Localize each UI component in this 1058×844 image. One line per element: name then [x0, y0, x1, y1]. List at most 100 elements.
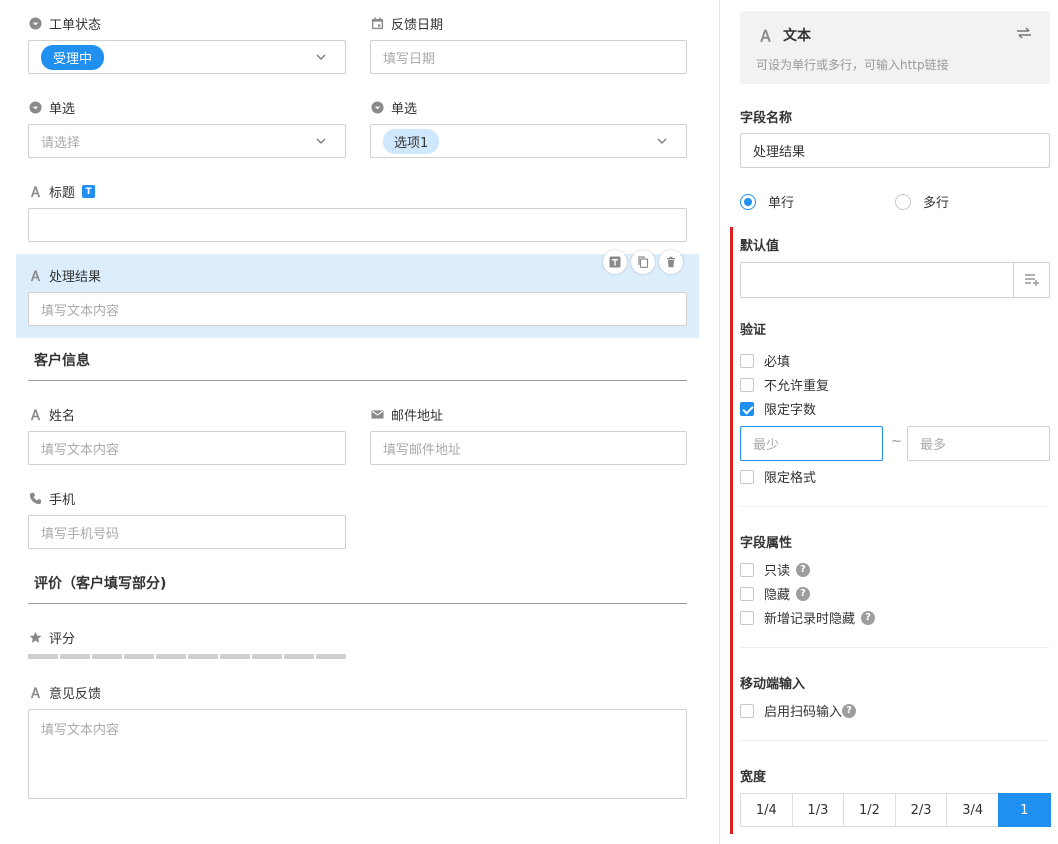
dropdown-circle-icon — [29, 17, 42, 30]
formula-button[interactable] — [1013, 263, 1049, 297]
rating-segment[interactable] — [252, 654, 282, 659]
single-select-2[interactable]: 选项1 — [370, 124, 687, 158]
min-chars-input[interactable]: 最少 — [740, 426, 883, 461]
text-a-icon — [29, 269, 42, 282]
divider — [740, 740, 1049, 741]
text-a-icon — [758, 28, 773, 43]
help-icon[interactable]: ? — [861, 610, 876, 625]
rating-segment[interactable] — [284, 654, 314, 659]
chevron-down-icon — [656, 135, 668, 147]
range-separator: ~ — [891, 434, 902, 449]
help-icon[interactable]: ? — [796, 586, 811, 601]
divider — [740, 647, 1049, 648]
feedback-textarea[interactable]: 填写文本内容 — [28, 709, 687, 799]
ticket-status-select[interactable]: 受理中 — [28, 40, 346, 74]
rating-segment[interactable] — [28, 654, 58, 659]
single-select-1[interactable]: 请选择 — [28, 124, 346, 158]
phone-input[interactable]: 填写手机号码 — [28, 515, 346, 549]
radio-unchecked-icon — [895, 193, 911, 210]
hide-on-new-checkbox[interactable]: 新增记录时隐藏? — [740, 608, 876, 627]
checkbox-icon — [740, 703, 754, 718]
field-attributes-label: 字段属性 — [740, 536, 793, 551]
limit-format-checkbox[interactable]: 限定格式 — [740, 467, 816, 486]
width-label: 宽度 — [740, 770, 767, 785]
dropdown-circle-icon — [371, 101, 384, 114]
feedback-date-input[interactable]: 填写日期 — [370, 40, 687, 74]
customer-section-title: 客户信息 — [34, 353, 90, 369]
chevron-down-icon — [315, 135, 327, 147]
rating-segment[interactable] — [220, 654, 250, 659]
no-duplicate-checkbox[interactable]: 不允许重复 — [740, 375, 829, 394]
calendar-icon — [371, 17, 384, 30]
feedback-field-label: 意见反馈 — [29, 683, 101, 702]
readonly-checkbox[interactable]: 只读? — [740, 560, 811, 579]
divider — [740, 506, 1049, 507]
rating-field-label: 评分 — [29, 628, 75, 647]
field-name-input[interactable]: 处理结果 — [740, 133, 1050, 168]
multi-line-radio[interactable]: 多行 — [895, 192, 949, 211]
checkbox-icon — [740, 469, 754, 484]
title-input[interactable] — [28, 208, 687, 242]
checkbox-icon — [740, 586, 754, 601]
field-type-header: 文本 — [758, 25, 811, 45]
delete-field-button[interactable] — [659, 250, 683, 274]
width-option-button[interactable]: 1 — [998, 793, 1051, 827]
section-divider — [28, 380, 687, 381]
field-properties-panel: 文本 可设为单行或多行，可输入http链接 字段名称 处理结果 单行 多行 默认… — [719, 0, 1058, 844]
name-field-label: 姓名 — [29, 405, 75, 424]
single-line-radio[interactable]: 单行 — [740, 192, 794, 211]
field-type-description: 可设为单行或多行，可输入http链接 — [756, 58, 949, 72]
width-option-button[interactable]: 2/3 — [894, 793, 948, 827]
rating-segment[interactable] — [60, 654, 90, 659]
text-a-icon — [29, 686, 42, 699]
checkbox-icon — [740, 610, 754, 625]
help-icon[interactable]: ? — [842, 703, 857, 718]
required-checkbox[interactable]: 必填 — [740, 351, 790, 370]
trash-icon — [667, 256, 675, 268]
rating-segment[interactable] — [188, 654, 218, 659]
rating-segment[interactable] — [156, 654, 186, 659]
default-value-label: 默认值 — [740, 239, 780, 254]
email-field-label: 邮件地址 — [371, 405, 443, 424]
result-input[interactable]: 填写文本内容 — [28, 292, 687, 326]
swap-icon[interactable] — [1016, 26, 1032, 44]
copy-icon — [638, 256, 649, 268]
email-input[interactable]: 填写邮件地址 — [370, 431, 687, 465]
checkbox-icon — [740, 562, 754, 577]
radio-checked-icon — [740, 193, 756, 210]
help-icon[interactable]: ? — [796, 562, 811, 577]
validation-label: 验证 — [740, 323, 767, 338]
hidden-checkbox[interactable]: 隐藏? — [740, 584, 811, 603]
set-title-button[interactable] — [603, 250, 627, 274]
title-field-label: 标题 T — [29, 182, 96, 201]
width-option-button[interactable]: 1/3 — [791, 793, 845, 827]
mail-icon — [371, 408, 384, 421]
width-option-button[interactable]: 3/4 — [946, 793, 999, 827]
status-badge: 受理中 — [41, 44, 105, 70]
text-a-icon — [29, 408, 42, 421]
single-select-2-label: 单选 — [371, 98, 417, 117]
phone-icon — [29, 492, 42, 505]
field-type-card[interactable]: 文本 可设为单行或多行，可输入http链接 — [740, 11, 1050, 84]
field-name-label: 字段名称 — [740, 111, 793, 126]
copy-field-button[interactable] — [631, 250, 655, 274]
default-value-input[interactable] — [740, 262, 1050, 298]
rating-segment[interactable] — [92, 654, 122, 659]
name-input[interactable]: 填写文本内容 — [28, 431, 346, 465]
max-chars-input[interactable]: 最多 — [907, 426, 1050, 461]
width-option-button[interactable]: 1/4 — [740, 793, 793, 827]
scan-input-checkbox[interactable]: 启用扫码输入? — [740, 701, 857, 720]
dropdown-circle-icon — [29, 101, 42, 114]
chevron-down-icon — [315, 51, 327, 63]
width-option-button[interactable]: 1/2 — [843, 793, 896, 827]
limit-chars-checkbox[interactable]: 限定字数 — [740, 399, 816, 418]
text-a-icon — [29, 185, 42, 198]
insert-list-icon — [1024, 274, 1039, 286]
rating-segment[interactable] — [316, 654, 346, 659]
checkbox-icon — [740, 353, 754, 368]
validation-error-bar — [730, 227, 733, 834]
feedback-date-label: 反馈日期 — [371, 14, 443, 33]
star-icon — [29, 631, 42, 644]
option-tag: 选项1 — [383, 128, 440, 154]
rating-segment[interactable] — [124, 654, 154, 659]
